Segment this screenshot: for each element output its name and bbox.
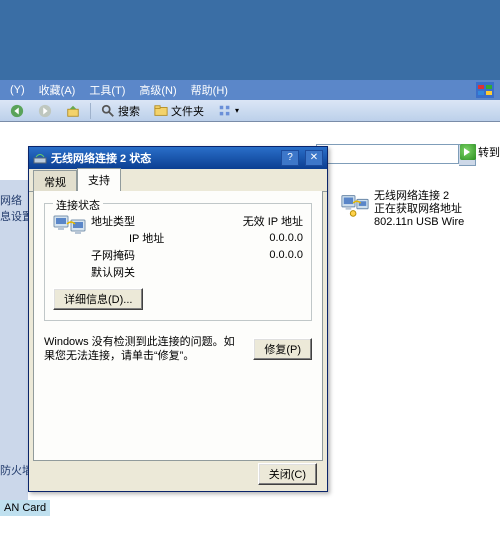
close-button[interactable]: 关闭(C)	[258, 463, 317, 485]
dialog-title: 无线网络连接 2 状态	[51, 150, 275, 166]
details-button[interactable]: 详细信息(D)...	[53, 288, 143, 310]
connection-icon	[53, 212, 87, 242]
row-addr-type: 地址类型 无效 IP 地址	[91, 212, 303, 229]
adapter-device: 802.11n USB Wire	[374, 216, 464, 229]
back-button[interactable]	[6, 103, 28, 119]
mask-key: 子网掩码	[91, 247, 135, 263]
help-button[interactable]: ?	[281, 150, 299, 166]
windows-flag-icon	[476, 82, 494, 98]
explorer-menubar: (Y) 收藏(A) 工具(T) 高级(N) 帮助(H)	[0, 80, 500, 100]
tasks-sidebar	[0, 180, 28, 510]
close-x-button[interactable]: ✕	[305, 150, 323, 166]
diagnostic-row: Windows 没有检测到此连接的问题。如果您无法连接，请单击“修复”。 修复(…	[44, 335, 312, 363]
group-legend: 连接状态	[53, 197, 103, 213]
ip-key: IP 地址	[129, 230, 164, 246]
tab-general[interactable]: 常规	[33, 170, 77, 193]
tab-support[interactable]: 支持	[77, 168, 121, 192]
row-mask: 子网掩码 0.0.0.0	[53, 246, 303, 263]
address-input[interactable]	[316, 144, 459, 164]
desktop: (Y) 收藏(A) 工具(T) 高级(N) 帮助(H) 搜索 文件夹 ▾	[0, 0, 500, 533]
row-gateway: 默认网关	[53, 263, 303, 280]
tab-page-support: 连接状态 地址类型 无效 IP 地址 IP 地址 0.0.0.0	[33, 191, 323, 461]
ip-value: 0.0.0.0	[269, 232, 303, 244]
addr-type-value: 无效 IP 地址	[243, 213, 303, 229]
connection-status-group: 连接状态 地址类型 无效 IP 地址 IP 地址 0.0.0.0	[44, 203, 312, 321]
card-label: AN Card	[0, 500, 50, 516]
addr-type-key: 地址类型	[91, 213, 135, 229]
repair-button[interactable]: 修复(P)	[253, 338, 312, 360]
menu-favorites[interactable]: 收藏(A)	[39, 82, 76, 98]
search-button[interactable]: 搜索	[97, 102, 144, 120]
dialog-buttons: 关闭(C)	[29, 463, 327, 485]
diagnostic-message: Windows 没有检测到此连接的问题。如果您无法连接，请单击“修复”。	[44, 335, 241, 363]
status-dialog: 无线网络连接 2 状态 ? ✕ 常规 支持 连接状态	[28, 146, 328, 492]
row-ip: IP 地址 0.0.0.0	[91, 229, 303, 246]
go-icon	[460, 144, 476, 160]
adapter-status: 正在获取网络地址	[374, 203, 464, 216]
gw-key: 默认网关	[91, 264, 135, 280]
menu-item[interactable]: (Y)	[10, 84, 25, 96]
network-adapter-icon	[340, 190, 370, 220]
folders-button[interactable]: 文件夹	[150, 102, 208, 120]
mask-value: 0.0.0.0	[269, 249, 303, 261]
forward-button[interactable]	[34, 103, 56, 119]
adapter-item[interactable]: 无线网络连接 2 正在获取网络地址 802.11n USB Wire	[340, 190, 464, 229]
views-button[interactable]: ▾	[214, 103, 243, 119]
menu-advanced[interactable]: 高级(N)	[139, 82, 176, 98]
go-label: 转到	[478, 144, 500, 160]
go-button[interactable]: 转到	[460, 144, 500, 160]
tab-strip: 常规 支持	[29, 169, 327, 192]
menu-tools[interactable]: 工具(T)	[89, 82, 125, 98]
dialog-titlebar[interactable]: 无线网络连接 2 状态 ? ✕	[29, 147, 327, 169]
folders-label: 文件夹	[171, 103, 204, 119]
wireless-icon	[33, 151, 47, 165]
address-bar: ▾	[316, 144, 476, 162]
search-label: 搜索	[118, 103, 140, 119]
sidebar-net-label: 网络	[0, 192, 22, 208]
up-button[interactable]	[62, 103, 84, 119]
adapter-text: 无线网络连接 2 正在获取网络地址 802.11n USB Wire	[374, 190, 464, 229]
adapter-name: 无线网络连接 2	[374, 190, 464, 203]
explorer-toolbar: 搜索 文件夹 ▾	[0, 100, 500, 122]
menu-help[interactable]: 帮助(H)	[191, 82, 228, 98]
